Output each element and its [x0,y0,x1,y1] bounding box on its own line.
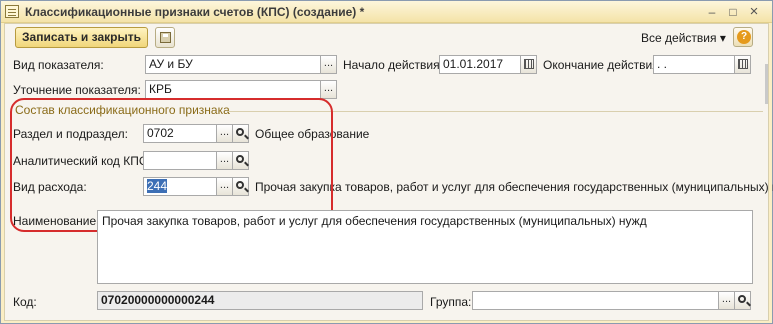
search-icon [236,155,244,163]
save-and-close-button[interactable]: Записать и закрыть [15,27,148,48]
analytic-code-field[interactable] [143,151,217,170]
search-icon [236,181,244,189]
end-date-field[interactable]: . . [653,55,735,74]
code-label: Код: [13,295,37,309]
section-subsection-search-button[interactable] [232,124,249,143]
all-actions-menu[interactable]: Все действия ▾ [641,31,726,45]
start-date-calendar-button[interactable] [520,55,537,74]
indicator-type-select-button[interactable]: ... [320,55,337,74]
help-button[interactable]: ? [733,27,753,47]
maximize-button[interactable]: □ [724,3,742,21]
form-content: Записать и закрыть Все действия ▾ ? Вид … [4,23,773,321]
form-window: Классификационные признаки счетов (КПС) … [0,0,773,324]
expense-type-description: Прочая закупка товаров, работ и услуг дл… [255,180,773,194]
window-title: Классификационные признаки счетов (КПС) … [25,5,365,19]
group-field[interactable] [472,291,719,310]
start-date-field[interactable]: 01.01.2017 [439,55,521,74]
expense-type-select-button[interactable]: ... [216,177,233,196]
group-label: Группа: [430,295,472,309]
name-label: Наименование: [13,214,100,228]
expense-type-value: 244 [147,179,168,193]
indicator-refinement-select-button[interactable]: ... [320,80,337,99]
section-subsection-description: Общее образование [255,127,370,141]
expense-type-field[interactable]: 244 [143,177,217,196]
name-textarea[interactable]: Прочая закупка товаров, работ и услуг дл… [97,210,753,284]
chevron-down-icon: ▾ [719,31,726,45]
start-date-label: Начало действия: [343,58,443,72]
end-date-label: Окончание действия: [543,58,663,72]
all-actions-label: Все действия [641,31,717,45]
indicator-type-label: Вид показателя: [13,58,104,72]
analytic-code-label: Аналитический код КПС: [13,154,151,168]
indicator-refinement-field[interactable]: КРБ [145,80,321,99]
expense-type-search-button[interactable] [232,177,249,196]
analytic-code-search-button[interactable] [232,151,249,170]
calendar-icon [738,59,748,69]
indicator-type-field[interactable]: АУ и БУ [145,55,321,74]
group-search-button[interactable] [734,291,751,310]
close-button[interactable]: × [745,3,763,21]
minimize-button[interactable]: – [703,3,721,21]
end-date-calendar-button[interactable] [734,55,751,74]
expense-type-label: Вид расхода: [13,180,87,194]
save-button[interactable] [155,27,175,48]
title-bar: Классификационные признаки счетов (КПС) … [1,1,772,23]
section-subsection-select-button[interactable]: ... [216,124,233,143]
help-icon: ? [737,30,751,44]
group-title: Состав классификационного признака [15,103,230,117]
save-icon [160,32,171,43]
section-subsection-label: Раздел и подраздел: [13,127,129,141]
search-icon [738,295,746,303]
side-scroll-strip [765,64,768,104]
analytic-code-select-button[interactable]: ... [216,151,233,170]
code-field: 07020000000000244 [97,291,423,310]
group-select-button[interactable]: ... [718,291,735,310]
section-subsection-field[interactable]: 0702 [143,124,217,143]
calendar-icon [524,59,534,69]
indicator-refinement-label: Уточнение показателя: [13,83,141,97]
document-icon [5,5,19,18]
search-icon [236,128,244,136]
group-divider [227,111,763,112]
